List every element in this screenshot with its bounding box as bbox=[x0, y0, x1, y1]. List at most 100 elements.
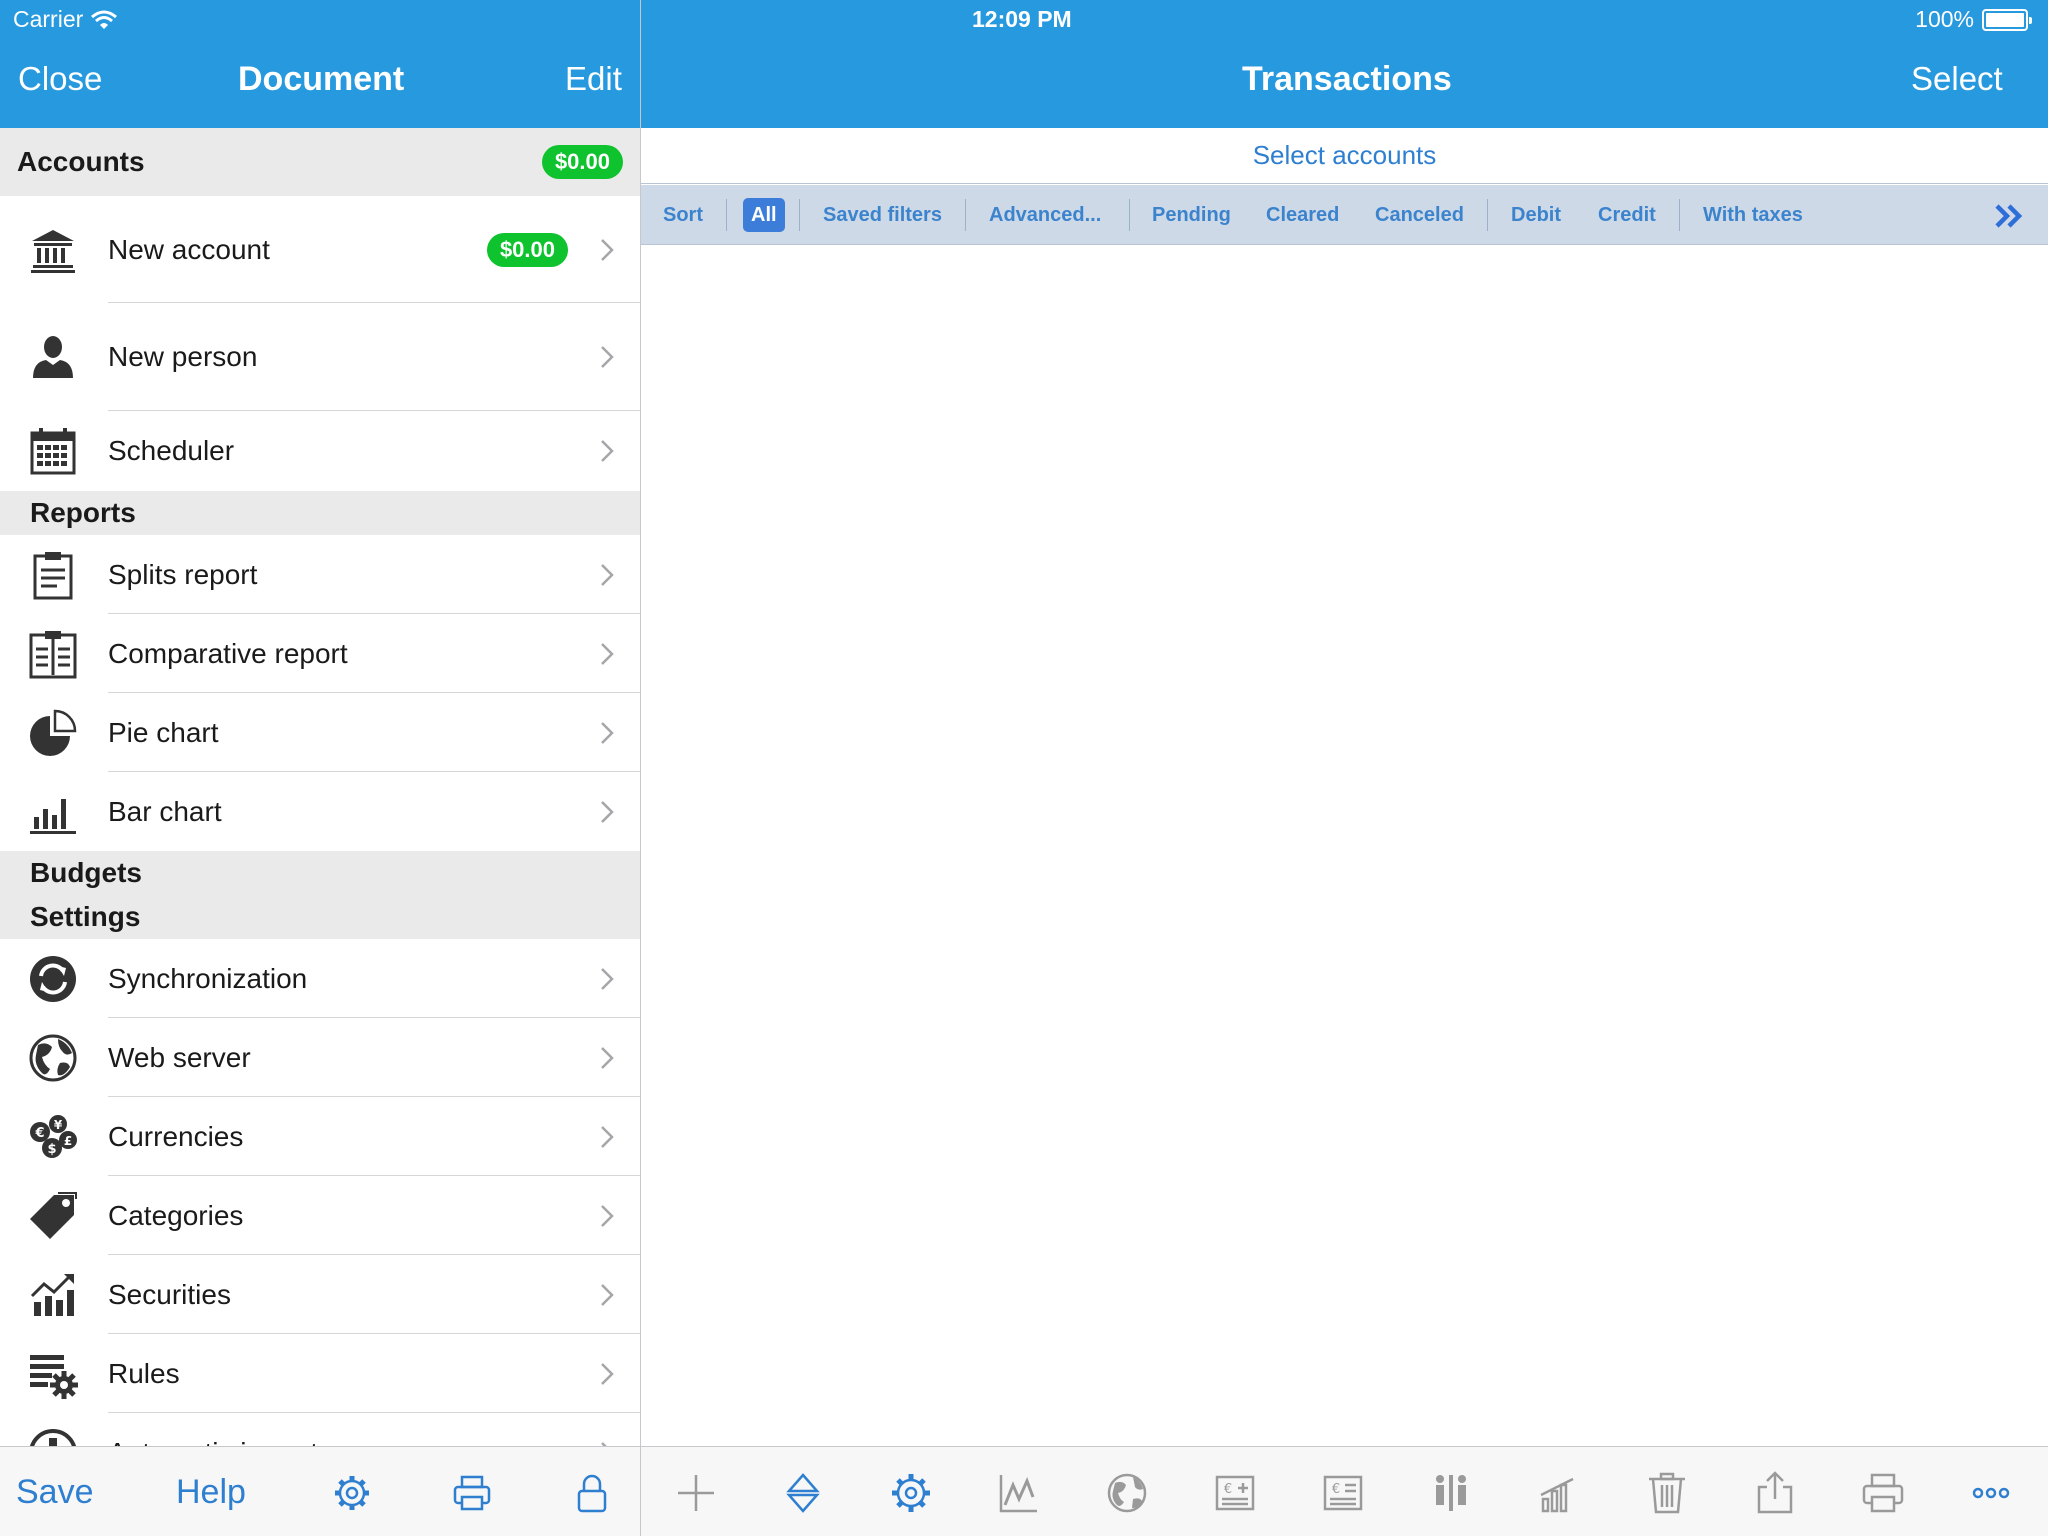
sidebar-item-label: Automatic import bbox=[108, 1437, 318, 1447]
sidebar-item-new-person[interactable]: New person bbox=[0, 303, 640, 411]
chevron-right-icon bbox=[601, 1204, 614, 1227]
close-button[interactable]: Close bbox=[18, 60, 102, 98]
sidebar-item-bar-chart[interactable]: Bar chart bbox=[0, 772, 640, 851]
chevron-right-icon bbox=[601, 238, 614, 261]
comparative-report-icon bbox=[29, 630, 77, 678]
plus-icon[interactable] bbox=[674, 1471, 718, 1515]
accounts-total-badge: $0.00 bbox=[541, 145, 623, 179]
filter-canceled[interactable]: Canceled bbox=[1375, 185, 1464, 245]
battery-status: 100% bbox=[1915, 6, 2032, 33]
filter-advanced[interactable]: Advanced... bbox=[989, 185, 1101, 245]
chevron-right-icon bbox=[601, 721, 614, 744]
sync-icon bbox=[30, 955, 76, 1002]
filter-debit[interactable]: Debit bbox=[1511, 185, 1561, 245]
line-chart-icon[interactable] bbox=[997, 1471, 1041, 1515]
accounts-header-label: Accounts bbox=[17, 146, 145, 177]
transactions-pane: Select accounts Sort All Saved filters A… bbox=[641, 128, 2048, 1446]
print-icon[interactable] bbox=[452, 1473, 492, 1513]
securities-icon bbox=[30, 1273, 74, 1316]
split-icon[interactable] bbox=[1429, 1471, 1473, 1515]
sidebar-item-label: Splits report bbox=[108, 558, 258, 590]
edit-button[interactable]: Edit bbox=[565, 60, 622, 98]
reports-section-header: Reports bbox=[0, 491, 640, 535]
globe-icon[interactable] bbox=[1105, 1471, 1149, 1515]
filter-separator bbox=[799, 199, 800, 231]
wifi-icon bbox=[91, 10, 118, 29]
sidebar-item-label: New account bbox=[108, 233, 270, 265]
select-button[interactable]: Select bbox=[1911, 60, 2003, 98]
transactions-toolbar: € € bbox=[641, 1446, 2048, 1536]
share-icon[interactable] bbox=[1753, 1471, 1797, 1515]
chevron-right-icon bbox=[601, 967, 614, 990]
sidebar-item-pie-chart[interactable]: Pie chart bbox=[0, 693, 640, 772]
chevron-right-icon bbox=[601, 1283, 614, 1306]
sidebar-item-label: Synchronization bbox=[108, 962, 308, 994]
help-button[interactable]: Help bbox=[176, 1473, 246, 1512]
document-sidebar: Accounts $0.00 New account $0.00 New per… bbox=[0, 128, 640, 1446]
document-title: Document bbox=[238, 60, 405, 98]
sidebar-item-scheduler[interactable]: Scheduler bbox=[0, 411, 640, 491]
save-button[interactable]: Save bbox=[16, 1473, 94, 1512]
sidebar-item-label: Categories bbox=[108, 1199, 244, 1231]
svg-text:£: £ bbox=[64, 1134, 72, 1148]
chevron-right-icon bbox=[601, 642, 614, 665]
add-currency-icon[interactable]: € bbox=[1213, 1471, 1257, 1515]
bar-chart-icon bbox=[30, 798, 76, 834]
sidebar-item-categories[interactable]: Categories bbox=[0, 1176, 640, 1255]
filter-credit[interactable]: Credit bbox=[1598, 185, 1656, 245]
filter-cleared[interactable]: Cleared bbox=[1266, 185, 1339, 245]
svg-text:$: $ bbox=[47, 1142, 56, 1157]
sidebar-item-label: New person bbox=[108, 341, 258, 372]
gear-icon[interactable] bbox=[889, 1471, 933, 1515]
lock-icon[interactable] bbox=[572, 1473, 612, 1513]
filter-sort[interactable]: Sort bbox=[663, 185, 703, 245]
sidebar-item-label: Scheduler bbox=[108, 435, 235, 466]
filter-all[interactable]: All bbox=[743, 198, 785, 232]
settings-section-header: Settings bbox=[0, 895, 640, 939]
sidebar-item-automatic-import[interactable]: Automatic import bbox=[0, 1413, 640, 1446]
navigation-bar: Carrier 12:09 PM 100% Close Document Edi… bbox=[0, 0, 2048, 128]
sidebar-item-label: Comparative report bbox=[108, 637, 348, 669]
sidebar-item-label: Securities bbox=[108, 1278, 231, 1310]
sidebar-item-securities[interactable]: Securities bbox=[0, 1255, 640, 1334]
import-icon bbox=[29, 1428, 77, 1446]
sidebar-item-rules[interactable]: Rules bbox=[0, 1334, 640, 1413]
sidebar-item-comparative-report[interactable]: Comparative report bbox=[0, 614, 640, 693]
trash-icon[interactable] bbox=[1645, 1471, 1689, 1515]
chevron-right-icon bbox=[601, 440, 614, 462]
account-balance-badge: $0.00 bbox=[486, 232, 568, 267]
app-window: Carrier 12:09 PM 100% Close Document Edi… bbox=[0, 0, 2048, 1536]
transactions-title: Transactions bbox=[1242, 60, 1452, 98]
sidebar-item-label: Currencies bbox=[108, 1120, 244, 1152]
select-accounts-button[interactable]: Select accounts bbox=[641, 128, 2048, 184]
filter-with-taxes[interactable]: With taxes bbox=[1703, 185, 1803, 245]
more-icon[interactable] bbox=[1969, 1471, 2013, 1515]
sort-arrows-icon[interactable] bbox=[781, 1471, 825, 1515]
bar-chart-icon[interactable] bbox=[1537, 1471, 1581, 1515]
print-icon[interactable] bbox=[1861, 1471, 1905, 1515]
budgets-section-header: Budgets bbox=[0, 851, 640, 895]
sidebar-item-synchronization[interactable]: Synchronization bbox=[0, 939, 640, 1018]
filter-saved-filters[interactable]: Saved filters bbox=[823, 185, 942, 245]
svg-text:¥: ¥ bbox=[54, 1118, 63, 1132]
chevron-right-icon bbox=[601, 800, 614, 823]
battery-icon bbox=[1982, 8, 2032, 31]
clipboard-icon bbox=[33, 551, 73, 599]
currency-icon[interactable]: € bbox=[1321, 1471, 1365, 1515]
gear-icon[interactable] bbox=[332, 1473, 372, 1513]
filter-separator bbox=[1129, 199, 1130, 231]
accounts-section-header: Accounts $0.00 bbox=[0, 128, 640, 196]
pie-chart-icon bbox=[30, 709, 77, 756]
battery-percent: 100% bbox=[1915, 6, 1974, 32]
sidebar-item-currencies[interactable]: € ¥ £ $ Currencies bbox=[0, 1097, 640, 1176]
filter-pending[interactable]: Pending bbox=[1152, 185, 1231, 245]
sidebar-item-label: Rules bbox=[108, 1357, 180, 1389]
chevron-right-icon bbox=[601, 563, 614, 586]
sidebar-item-web-server[interactable]: Web server bbox=[0, 1018, 640, 1097]
double-chevron-right-icon[interactable] bbox=[1994, 203, 2024, 229]
sidebar-item-new-account[interactable]: New account $0.00 bbox=[0, 196, 640, 303]
svg-text:€: € bbox=[34, 1126, 44, 1141]
sidebar-item-label: Bar chart bbox=[108, 795, 222, 827]
sidebar-item-splits-report[interactable]: Splits report bbox=[0, 535, 640, 614]
sidebar-item-label: Pie chart bbox=[108, 716, 219, 748]
